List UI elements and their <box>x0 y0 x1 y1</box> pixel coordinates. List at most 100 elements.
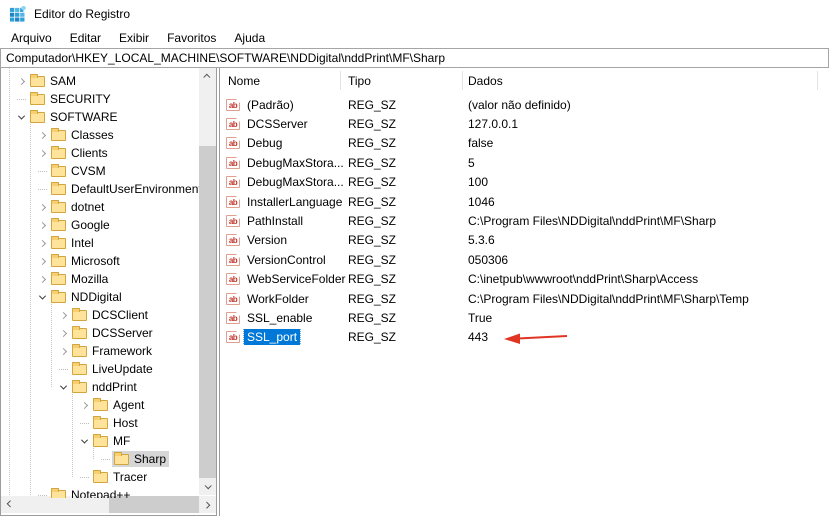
registry-value-row[interactable]: abPathInstallREG_SZC:\Program Files\NDDi… <box>220 211 829 230</box>
value-type: REG_SZ <box>348 311 468 325</box>
column-divider[interactable] <box>462 71 463 90</box>
tree-vertical-scrollbar[interactable] <box>199 68 216 495</box>
tree-item-google[interactable]: Google <box>1 216 199 234</box>
chevron-right-icon[interactable] <box>77 403 91 408</box>
tree-connector <box>77 477 91 478</box>
value-name: Debug <box>244 135 285 151</box>
column-divider[interactable] <box>817 71 818 90</box>
tree-item-tracer[interactable]: Tracer <box>1 468 199 486</box>
value-name: WebServiceFolder <box>244 271 348 287</box>
chevron-down-icon[interactable] <box>14 115 28 120</box>
string-value-icon: ab <box>226 157 240 169</box>
scroll-right-icon[interactable] <box>199 496 216 513</box>
chevron-right-icon[interactable] <box>35 205 49 210</box>
string-value-icon: ab <box>226 176 240 188</box>
folder-icon <box>114 454 129 465</box>
value-type: REG_SZ <box>348 253 468 267</box>
tree-item-liveupdate[interactable]: LiveUpdate <box>1 360 199 378</box>
value-data: 5 <box>468 156 829 170</box>
tree-item-label: nddPrint <box>92 380 137 394</box>
tree-item-intel[interactable]: Intel <box>1 234 199 252</box>
scrollbar-thumb[interactable] <box>199 146 216 478</box>
value-data: (valor não definido) <box>468 98 829 112</box>
folder-icon <box>51 256 66 267</box>
registry-value-row[interactable]: abVersionREG_SZ5.3.6 <box>220 231 829 250</box>
registry-value-row[interactable]: abDebugREG_SZfalse <box>220 134 829 153</box>
tree-item-clients[interactable]: Clients <box>1 144 199 162</box>
chevron-down-icon[interactable] <box>35 295 49 300</box>
tree-item-security[interactable]: SECURITY <box>1 90 199 108</box>
registry-value-row[interactable]: abDCSServerREG_SZ127.0.0.1 <box>220 114 829 133</box>
menu-arquivo[interactable]: Arquivo <box>2 29 61 47</box>
tree-item-mf[interactable]: MF <box>1 432 199 450</box>
folder-icon <box>51 130 66 141</box>
scroll-up-icon[interactable] <box>199 68 216 85</box>
tree-item-framework[interactable]: Framework <box>1 342 199 360</box>
tree-item-label: MF <box>113 434 130 448</box>
registry-tree-pane: SAMSECURITYSOFTWAREClassesClientsCVSMDef… <box>0 68 217 516</box>
chevron-right-icon[interactable] <box>56 313 70 318</box>
folder-icon <box>93 400 108 411</box>
window-title: Editor do Registro <box>34 7 130 21</box>
value-name: DebugMaxStora... <box>244 155 347 171</box>
value-name: VersionControl <box>244 252 329 268</box>
chevron-right-icon[interactable] <box>35 259 49 264</box>
tree-item-sharp[interactable]: Sharp <box>1 450 199 468</box>
tree-item-label: Microsoft <box>71 254 120 268</box>
tree-item-software[interactable]: SOFTWARE <box>1 108 199 126</box>
column-header-dados[interactable]: Dados <box>468 74 503 88</box>
chevron-right-icon[interactable] <box>14 79 28 84</box>
tree-item-nddprint[interactable]: nddPrint <box>1 378 199 396</box>
menu-editar[interactable]: Editar <box>61 29 110 47</box>
registry-value-row[interactable]: abSSL_portREG_SZ443 <box>220 328 829 347</box>
tree-item-dcsserver[interactable]: DCSServer <box>1 324 199 342</box>
registry-value-row[interactable]: abInstallerLanguageREG_SZ1046 <box>220 192 829 211</box>
folder-icon <box>51 292 66 303</box>
registry-value-row[interactable]: abSSL_enableREG_SZTrue <box>220 308 829 327</box>
tree-item-host[interactable]: Host <box>1 414 199 432</box>
tree-item-dcsclient[interactable]: DCSClient <box>1 306 199 324</box>
tree-item-dotnet[interactable]: dotnet <box>1 198 199 216</box>
list-header: Nome Tipo Dados <box>220 68 829 94</box>
registry-value-row[interactable]: abWorkFolderREG_SZC:\Program Files\NDDig… <box>220 289 829 308</box>
menu-exibir[interactable]: Exibir <box>110 29 158 47</box>
registry-value-row[interactable]: ab(Padrão)REG_SZ(valor não definido) <box>220 95 829 114</box>
registry-value-row[interactable]: abDebugMaxStora...REG_SZ5 <box>220 153 829 172</box>
menu-ajuda[interactable]: Ajuda <box>225 29 274 47</box>
tree-item-agent[interactable]: Agent <box>1 396 199 414</box>
tree-item-label: Mozilla <box>71 272 108 286</box>
menu-bar: ArquivoEditarExibirFavoritosAjuda <box>0 28 829 48</box>
registry-value-row[interactable]: abVersionControlREG_SZ050306 <box>220 250 829 269</box>
value-name: DCSServer <box>244 116 311 132</box>
menu-favoritos[interactable]: Favoritos <box>158 29 225 47</box>
tree-item-classes[interactable]: Classes <box>1 126 199 144</box>
scrollbar-thumb[interactable] <box>109 496 199 513</box>
chevron-right-icon[interactable] <box>35 241 49 246</box>
column-header-tipo[interactable]: Tipo <box>348 74 371 88</box>
chevron-right-icon[interactable] <box>35 277 49 282</box>
tree-item-label: Agent <box>113 398 144 412</box>
tree-item-nddigital[interactable]: NDDigital <box>1 288 199 306</box>
chevron-down-icon[interactable] <box>56 385 70 390</box>
address-bar-input[interactable]: Computador\HKEY_LOCAL_MACHINE\SOFTWARE\N… <box>0 48 829 68</box>
registry-value-row[interactable]: abDebugMaxStora...REG_SZ100 <box>220 173 829 192</box>
tree-item-sam[interactable]: SAM <box>1 72 199 90</box>
registry-value-row[interactable]: abWebServiceFolderREG_SZC:\inetpub\wwwro… <box>220 270 829 289</box>
chevron-down-icon[interactable] <box>77 439 91 444</box>
chevron-right-icon[interactable] <box>35 151 49 156</box>
tree-item-notepad[interactable]: Notepad++ <box>1 486 199 498</box>
tree-item-microsoft[interactable]: Microsoft <box>1 252 199 270</box>
chevron-right-icon[interactable] <box>56 331 70 336</box>
scroll-down-icon[interactable] <box>199 478 216 495</box>
chevron-right-icon[interactable] <box>35 133 49 138</box>
tree-item-defaultuserenvironment[interactable]: DefaultUserEnvironment <box>1 180 199 198</box>
tree-item-cvsm[interactable]: CVSM <box>1 162 199 180</box>
chevron-right-icon[interactable] <box>56 349 70 354</box>
folder-icon <box>72 310 87 321</box>
column-divider[interactable] <box>340 71 341 90</box>
tree-horizontal-scrollbar[interactable] <box>1 496 216 513</box>
scroll-left-icon[interactable] <box>1 496 18 513</box>
chevron-right-icon[interactable] <box>35 223 49 228</box>
tree-item-mozilla[interactable]: Mozilla <box>1 270 199 288</box>
column-header-nome[interactable]: Nome <box>228 74 260 88</box>
